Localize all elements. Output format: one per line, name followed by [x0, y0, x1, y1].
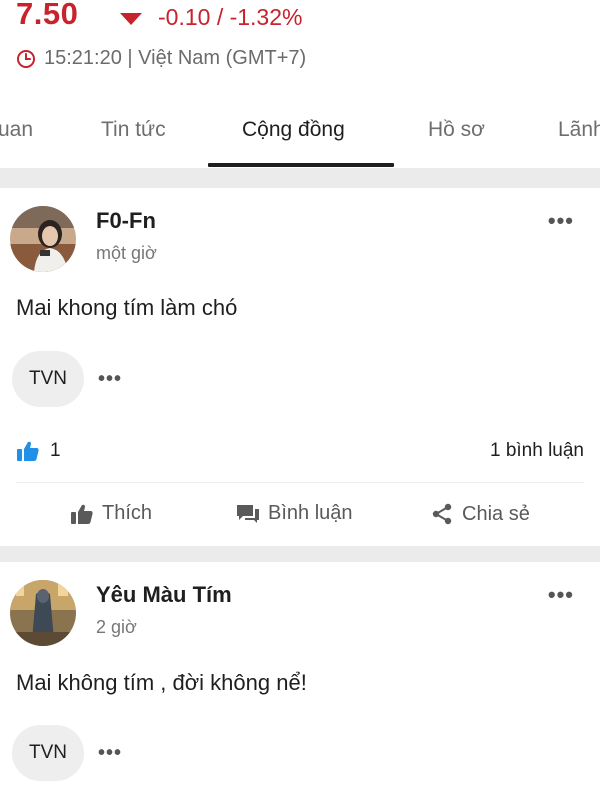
- active-tab-indicator: [208, 163, 394, 167]
- section-divider: [0, 546, 600, 562]
- more-icon[interactable]: •••: [548, 208, 574, 234]
- thumbs-up-icon: [17, 441, 39, 461]
- stock-header: 7.50 -0.10 / -1.32% 15:21:20 | Việt Nam …: [0, 0, 600, 86]
- clock-icon: [17, 49, 35, 68]
- share-icon: [432, 503, 452, 525]
- like-summary: 1: [16, 440, 61, 462]
- like-button[interactable]: Thích: [70, 502, 152, 525]
- post-time: một giờ: [96, 243, 157, 263]
- like-button-label: Thích: [102, 502, 153, 524]
- author-name[interactable]: F0-Fn: [96, 208, 156, 234]
- post-content: Mai khong tím làm chó: [16, 295, 238, 320]
- avatar[interactable]: [10, 580, 76, 646]
- thumbs-up-icon: [71, 504, 93, 524]
- down-arrow-icon: [120, 12, 142, 25]
- section-divider: [0, 168, 600, 188]
- comment-count[interactable]: 1 bình luận: [490, 440, 584, 462]
- comment-icon: [237, 504, 259, 523]
- tab-overview[interactable]: uan: [0, 118, 33, 142]
- avatar[interactable]: [10, 206, 76, 272]
- tab-community[interactable]: Cộng đồng: [242, 118, 345, 142]
- divider: [16, 482, 584, 483]
- post-time: 2 giờ: [96, 617, 137, 637]
- more-icon[interactable]: •••: [98, 742, 122, 765]
- post-content: Mai không tím , đời không nể!: [16, 670, 307, 695]
- share-button[interactable]: Chia sẻ: [430, 502, 530, 526]
- post-card: Yêu Màu Tím 2 giờ ••• Mai không tím , đờ…: [0, 562, 600, 800]
- stock-tag[interactable]: TVN: [12, 725, 84, 781]
- stock-tag[interactable]: TVN: [12, 351, 84, 407]
- price-change: -0.10 / -1.32%: [120, 4, 302, 31]
- tab-news[interactable]: Tin tức: [101, 118, 166, 142]
- more-icon[interactable]: •••: [548, 582, 574, 608]
- quote-time-text: 15:21:20 | Việt Nam (GMT+7): [44, 47, 307, 69]
- post-card: F0-Fn một giờ ••• Mai khong tím làm chó …: [0, 188, 600, 546]
- comment-button-label: Bình luận: [268, 502, 353, 524]
- tab-bar: uan Tin tức Cộng đồng Hồ sơ Lãnh: [0, 88, 600, 168]
- more-icon[interactable]: •••: [98, 368, 122, 391]
- tab-profile[interactable]: Hồ sơ: [428, 118, 485, 142]
- price-change-value: -0.10 / -1.32%: [158, 4, 303, 30]
- quote-time: 15:21:20 | Việt Nam (GMT+7): [16, 47, 306, 70]
- author-name[interactable]: Yêu Màu Tím: [96, 582, 232, 608]
- comment-button[interactable]: Bình luận: [236, 502, 353, 525]
- stock-price: 7.50: [16, 0, 79, 31]
- like-count: 1: [50, 440, 61, 461]
- tab-leadership[interactable]: Lãnh: [558, 118, 600, 142]
- share-button-label: Chia sẻ: [462, 502, 530, 525]
